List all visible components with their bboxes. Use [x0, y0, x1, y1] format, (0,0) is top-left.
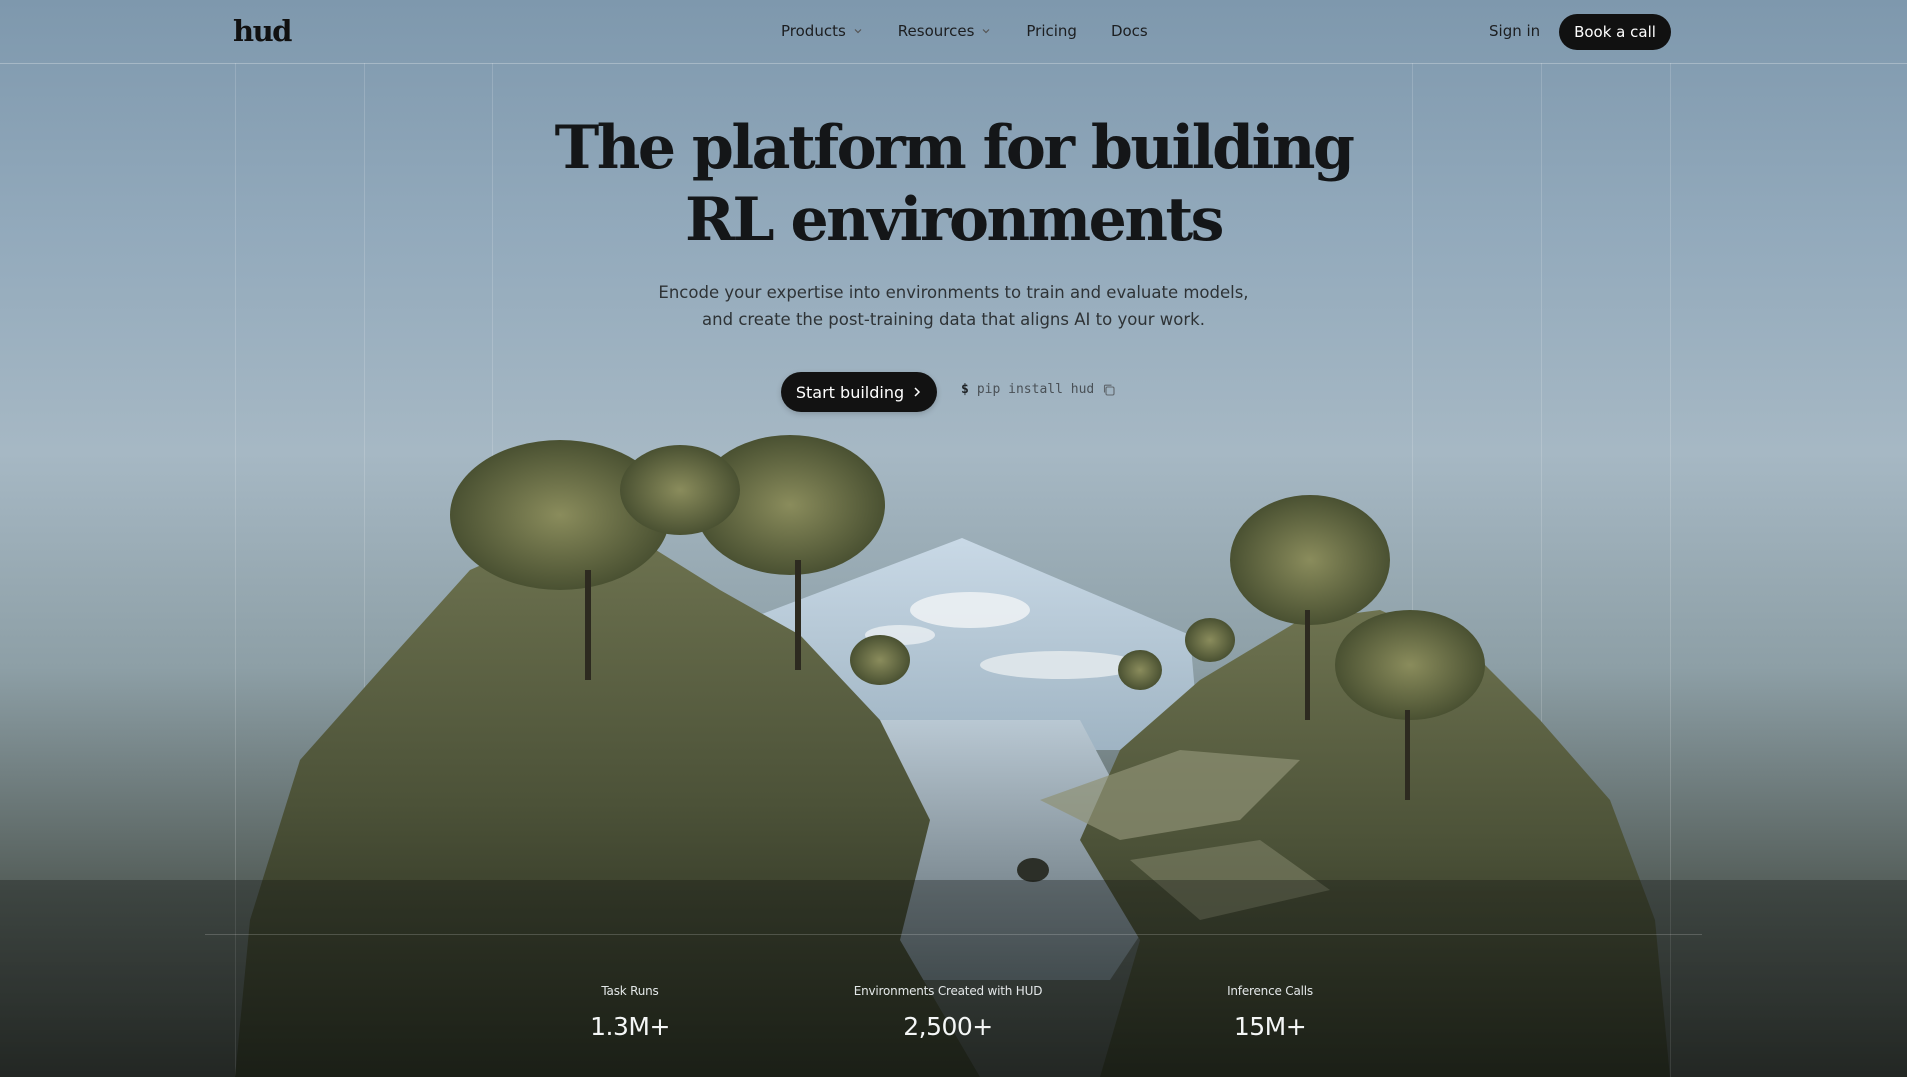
chevron-down-icon [982, 29, 990, 34]
nav-products[interactable]: Products [781, 22, 864, 40]
chevron-down-icon [854, 29, 862, 34]
install-command-text: pip install hud [976, 382, 1095, 397]
nav-docs[interactable]: Docs [1111, 22, 1148, 40]
stat-label: Inference Calls [1227, 984, 1313, 998]
hero-subtitle: Encode your expertise into environments … [0, 279, 1907, 333]
nav-links: Products Resources Pricing Docs [781, 22, 1148, 40]
nav-pricing[interactable]: Pricing [1026, 22, 1077, 40]
sign-in-link[interactable]: Sign in [1489, 22, 1540, 40]
start-building-button[interactable]: Start building [781, 372, 937, 412]
landscape-illustration [0, 435, 1907, 1077]
start-building-label: Start building [795, 382, 905, 402]
stat-task-runs: Task Runs 1.3M+ [500, 984, 760, 1041]
copy-icon[interactable] [1102, 383, 1116, 397]
hero-title-line1: The platform for building [554, 113, 1355, 183]
hud-logo[interactable]: hud [233, 14, 292, 48]
hero-title-line2: RL environments [685, 185, 1224, 255]
grid-line [205, 934, 1702, 935]
nav-products-label: Products [781, 22, 846, 40]
stat-value: 1.3M+ [590, 1012, 670, 1041]
chevron-right-icon [914, 387, 921, 397]
book-a-call-button[interactable]: Book a call [1559, 14, 1671, 50]
stat-value: 15M+ [1233, 1012, 1307, 1041]
hero-subtitle-line1: Encode your expertise into environments … [658, 283, 1249, 302]
install-prompt: $ [961, 382, 969, 397]
stat-label: Environments Created with HUD [853, 984, 1043, 998]
stat-label: Task Runs [601, 984, 659, 998]
stat-value: 2,500+ [903, 1012, 993, 1041]
nav-resources-label: Resources [897, 22, 975, 40]
stat-environments: Environments Created with HUD 2,500+ [818, 984, 1078, 1041]
install-command: $ pip install hud [961, 382, 1116, 397]
stat-inference-calls: Inference Calls 15M+ [1140, 984, 1400, 1041]
top-navigation: hud Products Resources Pricing Docs Sign… [0, 0, 1907, 64]
hero-title: The platform for building RL environment… [0, 112, 1907, 256]
hero-subtitle-line2: and create the post-training data that a… [702, 310, 1205, 329]
nav-resources[interactable]: Resources [898, 22, 993, 40]
